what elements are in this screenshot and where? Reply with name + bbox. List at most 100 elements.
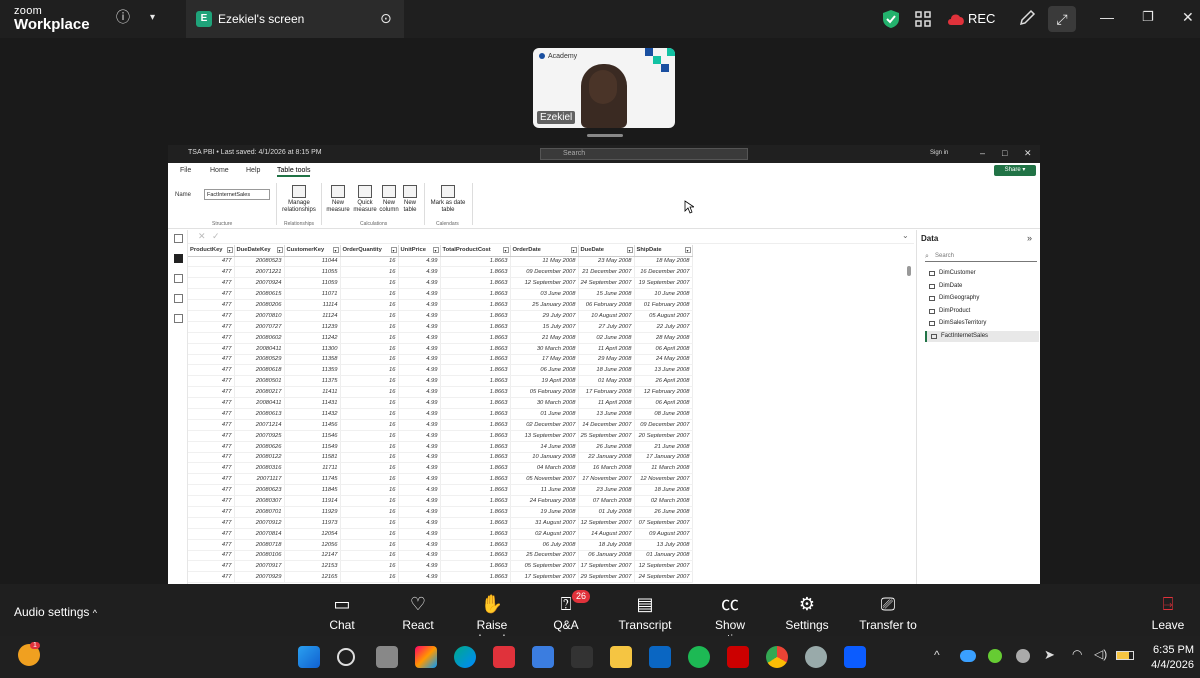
table-cell[interactable]: 06 February 2008 (578, 299, 635, 311)
table-cell[interactable]: 16 (340, 397, 399, 409)
table-cell[interactable]: 20070727 (234, 321, 285, 333)
table-row[interactable]: 477 20080623 11845 16 4.99 1.8663 11 June 2008… (188, 484, 693, 497)
table-cell[interactable]: 26 April 2008 (634, 375, 693, 388)
table-cell[interactable]: 11359 (284, 364, 341, 377)
table-cell[interactable]: 4.99 (398, 517, 441, 529)
table-cell[interactable]: 12 November 2007 (634, 473, 693, 486)
table-cell[interactable]: 1.8663 (440, 354, 511, 366)
table-cell[interactable]: 477 (188, 528, 235, 540)
table-cell[interactable]: 16 (340, 441, 399, 453)
table-cell[interactable]: 477 (188, 375, 235, 388)
new-measure-button[interactable]: New measure (325, 185, 351, 214)
start-icon[interactable] (298, 646, 320, 668)
table-cell[interactable]: 11973 (284, 517, 341, 529)
table-cell[interactable]: 02 August 2007 (510, 528, 579, 540)
table-cell[interactable]: 4.99 (398, 550, 441, 562)
table-cell[interactable]: 16 (340, 506, 399, 518)
table-cell[interactable]: 11242 (284, 332, 341, 344)
table-cell[interactable]: 05 November 2007 (510, 473, 579, 486)
linkedin-icon[interactable] (649, 646, 671, 668)
table-cell[interactable]: 17 January 2008 (634, 452, 693, 464)
table-cell[interactable]: 11044 (284, 256, 341, 268)
table-cell[interactable]: 12 February 2008 (634, 386, 693, 399)
table-cell[interactable]: 16 (340, 571, 399, 584)
table-cell[interactable]: 4.99 (398, 571, 441, 584)
table-cell[interactable]: 07 September 2007 (634, 517, 693, 529)
table-cell[interactable]: 11059 (284, 277, 341, 290)
table-cell[interactable]: 22 July 2007 (634, 321, 693, 333)
wifi-icon[interactable]: ◠ (1072, 647, 1082, 661)
table-cell[interactable]: 24 May 2008 (634, 354, 693, 366)
column-filter-icon[interactable]: ▾ (432, 247, 439, 253)
table-cell[interactable]: 09 August 2007 (634, 528, 693, 540)
table-cell[interactable]: 4.99 (398, 462, 441, 475)
expand-formula-icon[interactable]: ⌄ (902, 231, 909, 240)
commit-formula-icon[interactable]: ✓ (212, 231, 220, 242)
table-cell[interactable]: 1.8663 (440, 571, 511, 584)
column-header[interactable]: TotalProductCost ▾ (440, 245, 511, 257)
table-cell[interactable]: 20070929 (234, 571, 285, 584)
view-options-icon[interactable] (914, 10, 932, 28)
restore-icon[interactable]: ❐ (1142, 9, 1154, 25)
table-cell[interactable]: 20080613 (234, 408, 285, 420)
table-cell[interactable]: 16 (340, 528, 399, 540)
table-cell[interactable]: 20080217 (234, 386, 285, 399)
table-cell[interactable]: 1.8663 (440, 462, 511, 475)
table-cell[interactable]: 1.8663 (440, 484, 511, 497)
table-cell[interactable]: 20080501 (234, 375, 285, 388)
table-cell[interactable]: 26 June 2008 (634, 506, 693, 518)
table-cell[interactable]: 20080623 (234, 484, 285, 497)
tray-app2-icon[interactable] (1016, 649, 1030, 663)
table-cell[interactable]: 4.99 (398, 288, 441, 301)
pbi-minimize-icon[interactable]: – (980, 148, 985, 158)
table-cell[interactable]: 4.99 (398, 441, 441, 453)
table-cell[interactable]: 19 April 2008 (510, 375, 579, 388)
table-cell[interactable]: 08 June 2008 (634, 408, 693, 420)
table-cell[interactable]: 1.8663 (440, 364, 511, 377)
table-cell[interactable]: 1.8663 (440, 321, 511, 333)
store-icon[interactable] (532, 646, 554, 668)
table-cell[interactable]: 20080701 (234, 506, 285, 518)
table-cell[interactable]: 477 (188, 441, 235, 453)
column-filter-icon[interactable]: ▾ (390, 247, 397, 253)
table-cell[interactable]: 1.8663 (440, 550, 511, 562)
pbi-search-box[interactable]: Search (540, 148, 748, 160)
table-row[interactable]: 477 20080122 11581 16 4.99 1.8663 10 January 2… (188, 452, 693, 464)
column-header[interactable]: CustomerKey ▾ (284, 245, 341, 257)
table-row[interactable]: 477 20080701 11929 16 4.99 1.8663 19 June 2008… (188, 506, 693, 518)
q-a-button[interactable]: ⍰ Q&A 26 (546, 584, 591, 632)
table-cell[interactable]: 06 April 2008 (634, 397, 693, 409)
mcafee-icon[interactable] (727, 646, 749, 668)
table-cell[interactable]: 06 July 2008 (510, 539, 579, 551)
table-cell[interactable]: 31 August 2007 (510, 517, 579, 529)
table-cell[interactable]: 18 June 2008 (634, 484, 693, 497)
column-filter-icon[interactable]: ▾ (276, 247, 283, 253)
table-cell[interactable]: 24 September 2007 (578, 277, 635, 290)
table-cell[interactable]: 477 (188, 452, 235, 464)
table-cell[interactable]: 4.99 (398, 484, 441, 497)
new-table-button[interactable]: New table (400, 185, 420, 214)
table-cell[interactable]: 1.8663 (440, 266, 511, 279)
task-view-icon[interactable] (376, 646, 398, 668)
table-cell[interactable]: 477 (188, 364, 235, 377)
table-cell[interactable]: 16 (340, 288, 399, 301)
table-cell[interactable]: 14 August 2007 (578, 528, 635, 540)
table-cell[interactable]: 16 (340, 299, 399, 311)
table-cell[interactable]: 16 (340, 375, 399, 388)
table-cell[interactable]: 477 (188, 386, 235, 399)
table-cell[interactable]: 16 (340, 560, 399, 573)
table-cell[interactable]: 16 (340, 550, 399, 562)
table-cell[interactable]: 09 December 2007 (510, 266, 579, 279)
table-cell[interactable]: 20070925 (234, 430, 285, 442)
data-table-item[interactable]: FactInternetSales (925, 331, 1039, 342)
table-cell[interactable]: 16 (340, 462, 399, 475)
column-filter-icon[interactable]: ▾ (626, 247, 633, 253)
table-cell[interactable]: 20080618 (234, 364, 285, 377)
table-cell[interactable]: 11581 (284, 452, 341, 464)
minimize-icon[interactable]: — (1100, 9, 1114, 25)
column-filter-icon[interactable]: ▾ (570, 247, 577, 253)
table-row[interactable]: 477 20071117 11745 16 4.99 1.8663 05 November … (188, 473, 693, 486)
table-cell[interactable]: 1.8663 (440, 560, 511, 573)
data-table-item[interactable]: DimProduct (925, 306, 1039, 317)
table-row[interactable]: 477 20070814 12054 16 4.99 1.8663 02 August 20… (188, 528, 693, 540)
